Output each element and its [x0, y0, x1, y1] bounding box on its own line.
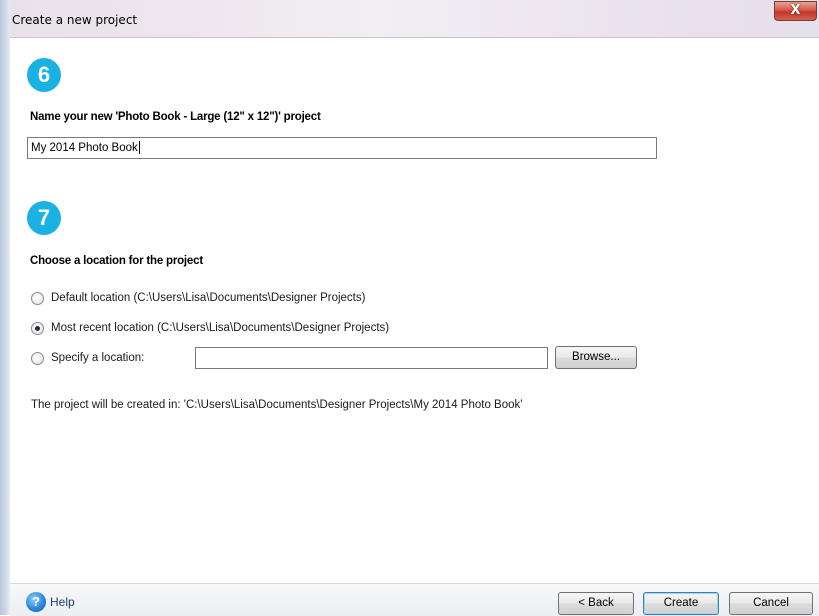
recent-location-option[interactable]: Most recent location (C:\Users\Lisa\Docu… — [31, 320, 389, 336]
project-name-heading: Name your new 'Photo Book - Large (12" x… — [30, 111, 321, 123]
default-location-label: Default location (C:\Users\Lisa\Document… — [51, 292, 366, 304]
step-6-badge: 6 — [27, 58, 61, 92]
step-7-badge: 7 — [27, 201, 61, 235]
cancel-button[interactable]: Cancel — [729, 592, 813, 615]
specify-location-label: Specify a location: — [51, 352, 145, 364]
location-heading: Choose a location for the project — [30, 255, 203, 267]
help-link[interactable]: Help — [50, 595, 75, 609]
project-path-summary: The project will be created in: 'C:\User… — [31, 399, 523, 411]
project-name-input[interactable]: My 2014 Photo Book — [27, 137, 657, 159]
title-bar[interactable]: Create a new project X — [10, 0, 819, 38]
project-name-value: My 2014 Photo Book — [31, 142, 138, 154]
back-button[interactable]: < Back — [558, 592, 634, 615]
text-caret — [138, 141, 140, 155]
recent-location-radio[interactable] — [31, 321, 44, 335]
default-location-option[interactable]: Default location (C:\Users\Lisa\Document… — [31, 290, 365, 306]
window-title: Create a new project — [12, 13, 138, 27]
specify-location-input[interactable] — [195, 347, 548, 369]
help-icon[interactable]: ? — [26, 592, 46, 612]
recent-location-label: Most recent location (C:\Users\Lisa\Docu… — [51, 322, 390, 334]
browse-button[interactable]: Browse... — [555, 346, 637, 369]
specify-location-radio[interactable] — [31, 351, 44, 365]
footer-bar: ? Help < Back Create Cancel — [10, 583, 819, 616]
default-location-radio[interactable] — [31, 291, 44, 305]
create-button[interactable]: Create — [643, 592, 719, 615]
close-button[interactable]: X — [774, 1, 817, 21]
specify-location-option[interactable]: Specify a location: — [31, 350, 144, 366]
dialog-content: 6 Name your new 'Photo Book - Large (12"… — [10, 38, 819, 583]
close-icon: X — [790, 3, 801, 18]
